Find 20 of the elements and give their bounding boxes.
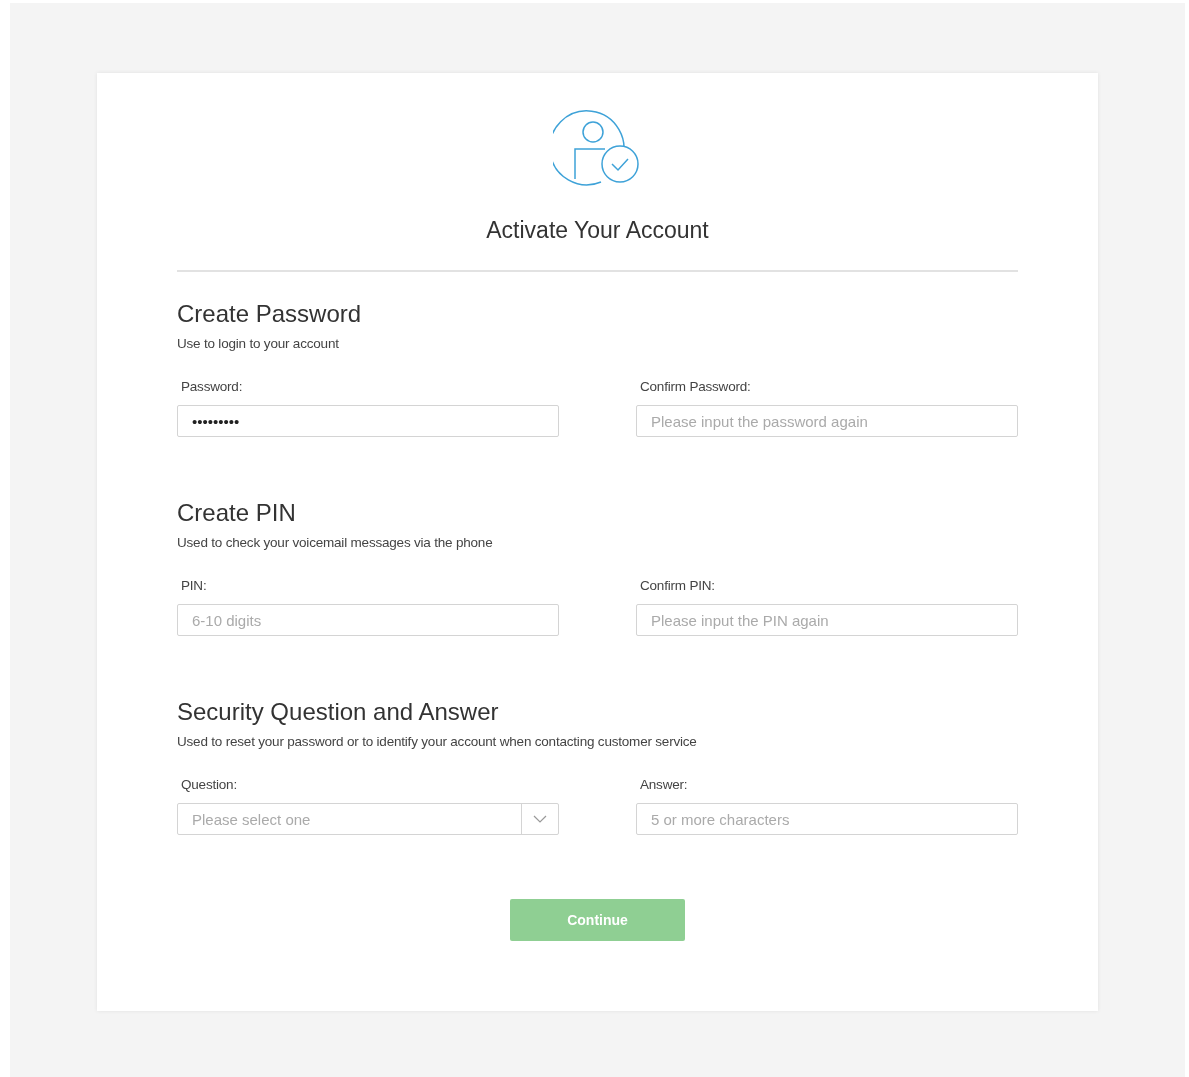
section-heading: Create Password [177, 300, 363, 328]
field-label: Question: [181, 777, 238, 792]
section-description: Used to reset your password or to identify your account when contacting customer service [177, 734, 698, 749]
page-title: Activate Your Account [486, 217, 709, 244]
section-description: Use to login to your account [177, 336, 340, 351]
section-heading: Security Question and Answer [177, 698, 500, 726]
field-label: Confirm PIN: [640, 578, 716, 593]
input-field[interactable]: 6-10 digits [177, 604, 559, 636]
question-dropdown[interactable]: Please select one [177, 803, 559, 835]
caret-icon [533, 815, 547, 823]
input-field[interactable]: Please input the password again [636, 405, 1018, 437]
section-description: Used to check your voicemail messages via the phone [177, 535, 494, 550]
section-heading: Create PIN [177, 499, 297, 527]
input-field[interactable]: 5 or more characters [636, 803, 1018, 835]
field-label: Password: [181, 379, 244, 394]
input-field[interactable]: ••••••••• [177, 405, 559, 437]
field-label: Confirm Password: [640, 379, 752, 394]
field-label: Answer: [640, 777, 689, 792]
input-field[interactable]: Please input the PIN again [636, 604, 1018, 636]
field-label: PIN: [181, 578, 208, 593]
